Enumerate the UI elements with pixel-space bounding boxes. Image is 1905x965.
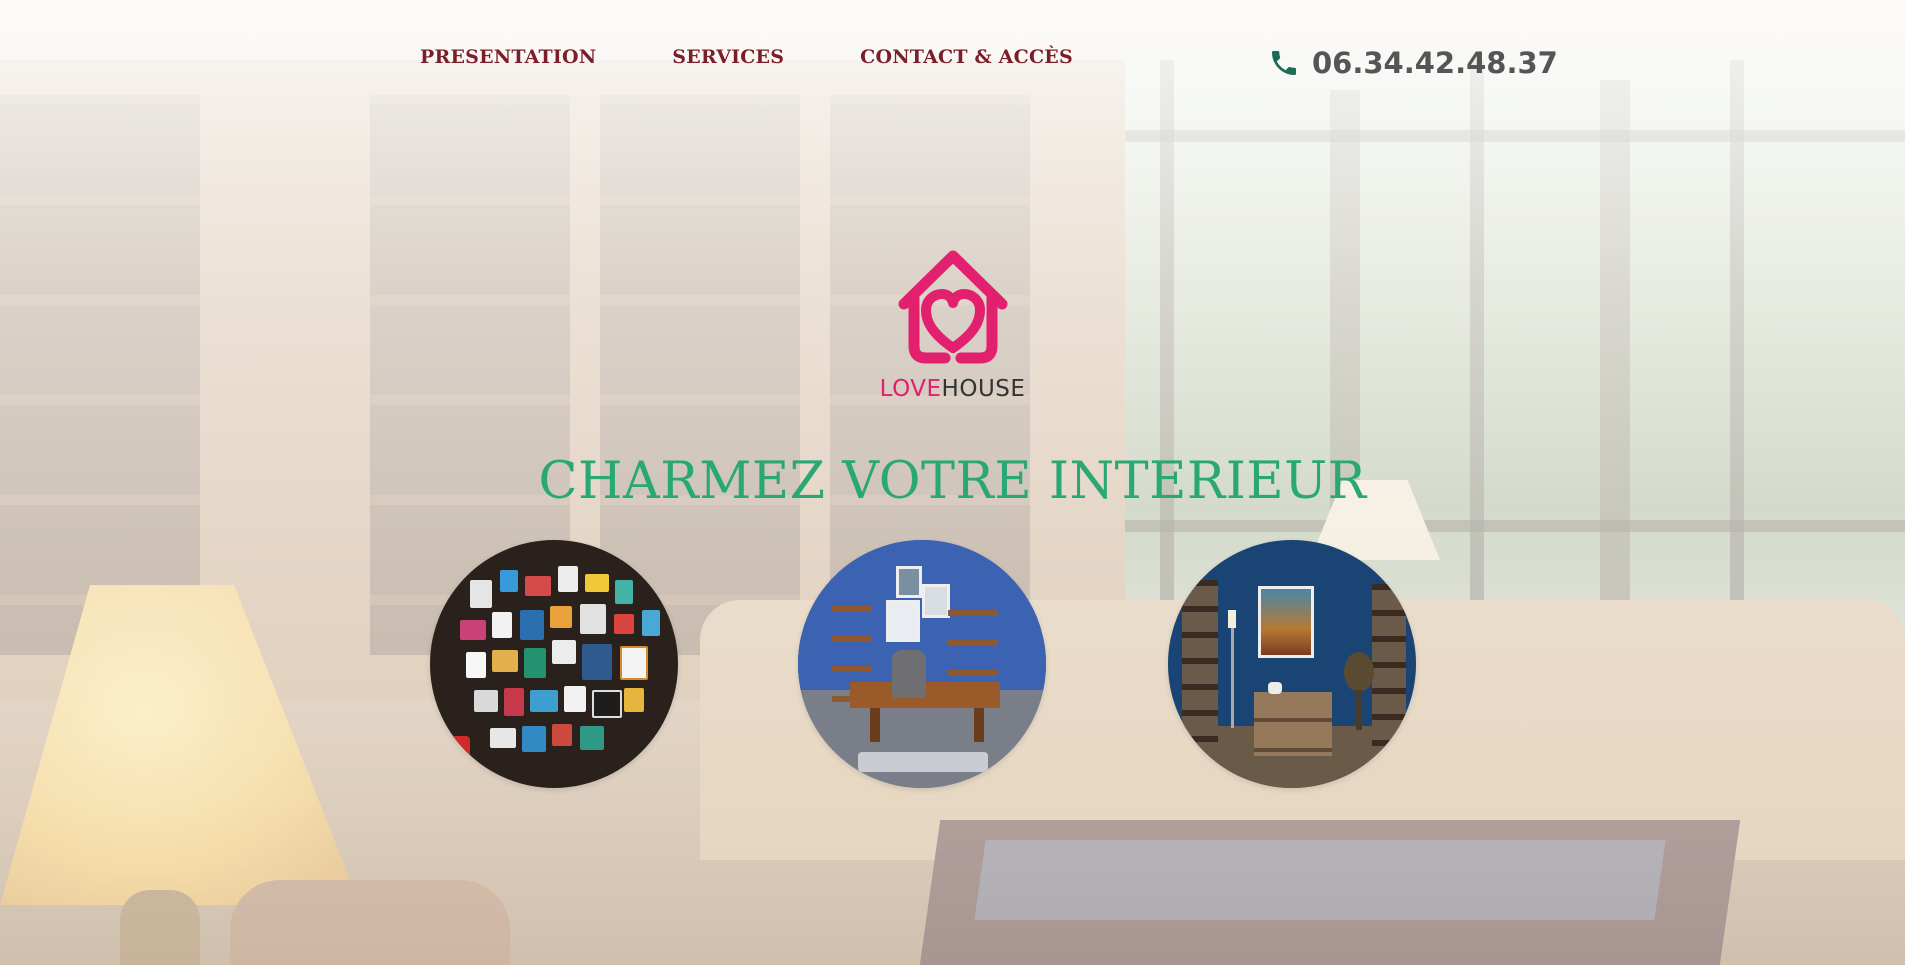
brand-house: HOUSE bbox=[941, 376, 1026, 402]
nav-contact-acces[interactable]: CONTACT & ACCÈS bbox=[860, 46, 1073, 68]
brand-love: LOVE bbox=[879, 376, 942, 402]
main-nav: PRESENTATION SERVICES CONTACT & ACCÈS bbox=[420, 46, 1073, 68]
nav-services[interactable]: SERVICES bbox=[672, 46, 784, 68]
phone-icon bbox=[1272, 51, 1296, 75]
blue-living-room-image[interactable] bbox=[1168, 540, 1416, 788]
brand-wordmark: LOVEHOUSE bbox=[860, 376, 1045, 402]
wall-of-posters-image[interactable] bbox=[430, 540, 678, 788]
nav-presentation[interactable]: PRESENTATION bbox=[420, 46, 596, 68]
heart-house-icon[interactable] bbox=[890, 246, 1016, 368]
phone-link[interactable]: 06.34.42.48.37 bbox=[1268, 46, 1558, 80]
blue-office-image[interactable] bbox=[798, 540, 1046, 788]
phone-number: 06.34.42.48.37 bbox=[1312, 46, 1558, 80]
hero-headline: CHARMEZ VOTRE INTERIEUR bbox=[538, 452, 1367, 511]
